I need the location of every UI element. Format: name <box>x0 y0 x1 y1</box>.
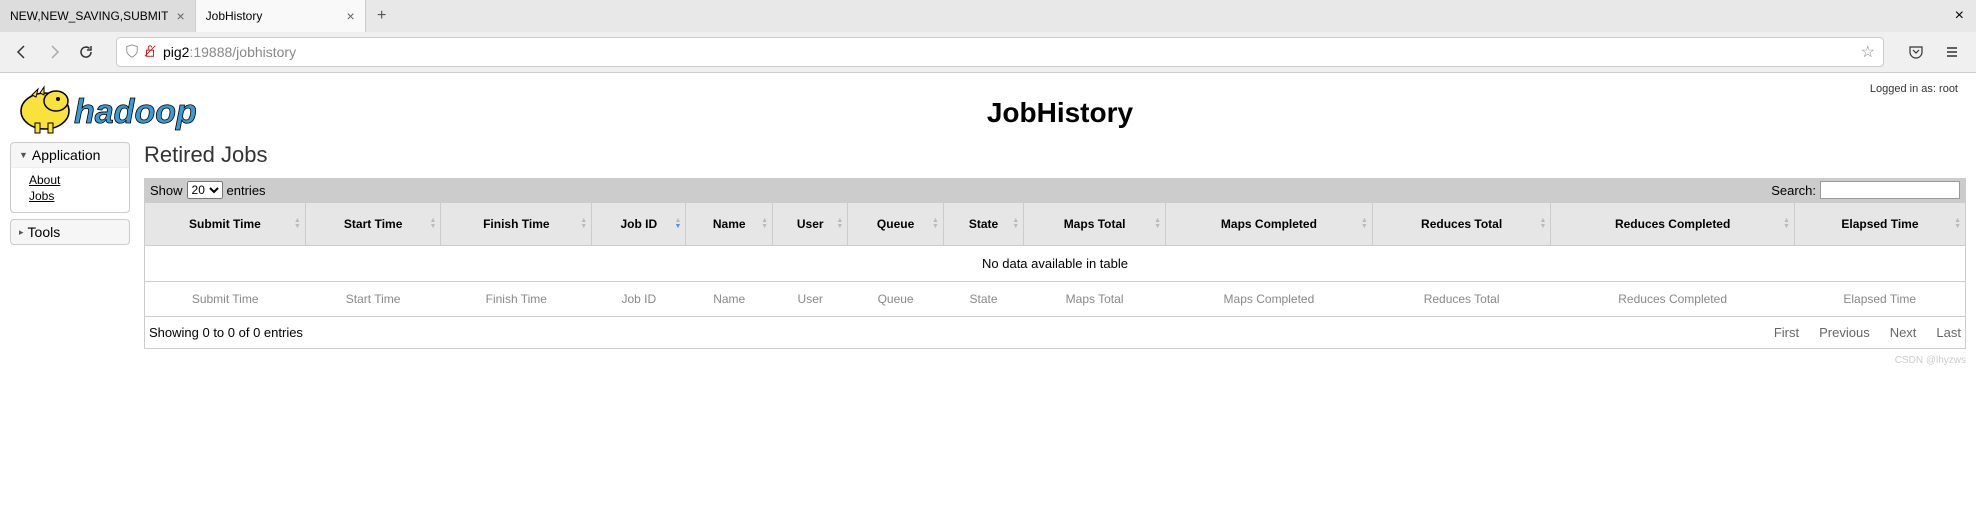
column-header[interactable]: Finish Time▲▼ <box>441 203 592 246</box>
back-button[interactable] <box>10 40 34 64</box>
column-footer: Maps Completed <box>1166 282 1373 317</box>
accordion-header-application[interactable]: ▼ Application <box>11 143 129 167</box>
sidebar-section-tools: ▸ Tools <box>10 219 130 245</box>
column-footer: Reduces Total <box>1372 282 1551 317</box>
page-first[interactable]: First <box>1774 325 1799 340</box>
column-header[interactable]: Name▲▼ <box>686 203 773 246</box>
column-header[interactable]: Submit Time▲▼ <box>145 203 306 246</box>
column-footer: User <box>773 282 848 317</box>
sidebar-link-about[interactable]: About <box>29 172 121 188</box>
column-header[interactable]: State▲▼ <box>943 203 1023 246</box>
column-header[interactable]: User▲▼ <box>773 203 848 246</box>
menu-icon[interactable] <box>1938 38 1966 66</box>
column-footer: Maps Total <box>1024 282 1166 317</box>
datatable-footer: Showing 0 to 0 of 0 entries First Previo… <box>144 317 1966 349</box>
datatable-toolbar: Show 20 entries Search: <box>144 178 1966 202</box>
close-icon[interactable]: × <box>176 8 184 24</box>
column-footer: Start Time <box>305 282 441 317</box>
page-size-select[interactable]: 20 <box>187 181 223 199</box>
accordion-label: Tools <box>28 224 61 240</box>
browser-tab-bar: NEW,NEW_SAVING,SUBMIT × JobHistory × + × <box>0 0 1976 32</box>
accordion-label: Application <box>32 147 101 163</box>
table-pagination: First Previous Next Last <box>1774 325 1961 340</box>
lock-insecure-icon <box>143 44 157 61</box>
window-close-button[interactable]: × <box>1943 7 1976 25</box>
column-footer: Queue <box>848 282 944 317</box>
search-label: Search: <box>1771 183 1816 198</box>
column-footer: Name <box>686 282 773 317</box>
column-footer: Submit Time <box>145 282 306 317</box>
url-bar[interactable]: pig2:19888/jobhistory ☆ <box>116 37 1884 67</box>
column-header[interactable]: Reduces Completed▲▼ <box>1551 203 1795 246</box>
column-header[interactable]: Maps Total▲▼ <box>1024 203 1166 246</box>
column-header[interactable]: Start Time▲▼ <box>305 203 441 246</box>
search-input[interactable] <box>1820 181 1960 199</box>
table-info: Showing 0 to 0 of 0 entries <box>149 325 303 340</box>
column-header[interactable]: Elapsed Time▲▼ <box>1794 203 1965 246</box>
show-label: Show <box>150 183 183 198</box>
shield-icon <box>125 44 139 61</box>
tab-title: JobHistory <box>206 9 339 23</box>
empty-message: No data available in table <box>145 246 1966 282</box>
sidebar-link-jobs[interactable]: Jobs <box>29 188 121 204</box>
column-footer: Finish Time <box>441 282 592 317</box>
chevron-down-icon: ▼ <box>19 150 28 160</box>
new-tab-button[interactable]: + <box>366 7 398 25</box>
column-header[interactable]: Job ID▲▼ <box>592 203 686 246</box>
svg-text:hadoop: hadoop <box>74 93 197 131</box>
page-last[interactable]: Last <box>1936 325 1961 340</box>
page-previous[interactable]: Previous <box>1819 325 1870 340</box>
bookmark-icon[interactable]: ☆ <box>1861 42 1875 62</box>
column-footer: Reduces Completed <box>1551 282 1795 317</box>
column-footer: Job ID <box>592 282 686 317</box>
login-info: Logged in as: root <box>1870 79 1966 95</box>
forward-button[interactable] <box>42 40 66 64</box>
url-text: pig2:19888/jobhistory <box>163 44 1861 60</box>
section-title: Retired Jobs <box>144 142 1966 168</box>
hadoop-logo: hadoop <box>10 79 250 142</box>
page-title: JobHistory <box>250 79 1870 129</box>
pocket-icon[interactable] <box>1902 38 1930 66</box>
column-header[interactable]: Maps Completed▲▼ <box>1166 203 1373 246</box>
browser-nav-bar: pig2:19888/jobhistory ☆ <box>0 32 1976 72</box>
column-footer: State <box>943 282 1023 317</box>
sidebar-section-application: ▼ Application About Jobs <box>10 142 130 213</box>
browser-tab[interactable]: NEW,NEW_SAVING,SUBMIT × <box>0 0 196 32</box>
close-icon[interactable]: × <box>346 8 354 24</box>
entries-label: entries <box>227 183 266 198</box>
column-header[interactable]: Queue▲▼ <box>848 203 944 246</box>
watermark: CSDN @lhyzws <box>0 349 1976 372</box>
jobs-table: Submit Time▲▼ Start Time▲▼ Finish Time▲▼… <box>144 202 1966 317</box>
column-footer: Elapsed Time <box>1794 282 1965 317</box>
reload-button[interactable] <box>74 40 98 64</box>
column-header[interactable]: Reduces Total▲▼ <box>1372 203 1551 246</box>
tab-title: NEW,NEW_SAVING,SUBMIT <box>10 9 168 23</box>
chevron-right-icon: ▸ <box>19 227 24 238</box>
sidebar: ▼ Application About Jobs ▸ Tools <box>10 142 130 349</box>
accordion-header-tools[interactable]: ▸ Tools <box>11 220 129 244</box>
page-next[interactable]: Next <box>1890 325 1917 340</box>
browser-tab[interactable]: JobHistory × <box>196 0 366 32</box>
